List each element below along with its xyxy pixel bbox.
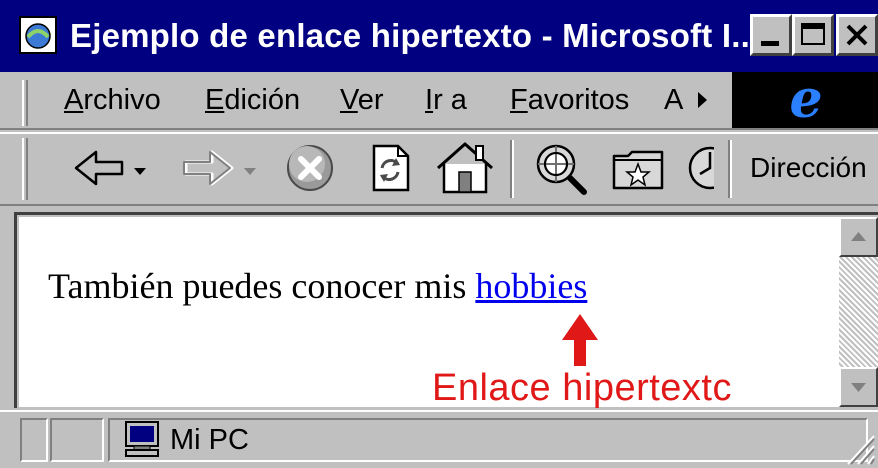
forward-dropdown-icon xyxy=(244,168,256,175)
annotation-arrow-icon xyxy=(562,314,598,366)
stop-icon[interactable] xyxy=(280,138,340,198)
back-dropdown-icon[interactable] xyxy=(134,168,146,175)
menu-ver[interactable]: Ver xyxy=(340,80,384,120)
toolbar-separator xyxy=(510,140,514,198)
resize-grip-icon[interactable] xyxy=(842,428,876,466)
maximize-icon xyxy=(801,23,825,45)
toolbar-grip[interactable] xyxy=(22,138,28,200)
computer-icon xyxy=(125,421,159,457)
close-icon xyxy=(846,24,868,46)
zone-label: Mi PC xyxy=(170,424,249,456)
search-icon[interactable] xyxy=(530,138,592,198)
menu-ayuda-truncated[interactable]: A xyxy=(664,80,683,120)
scroll-up-button[interactable] xyxy=(839,217,878,257)
forward-arrow-icon xyxy=(183,150,234,186)
scroll-down-button[interactable] xyxy=(839,367,878,407)
scroll-down-arrow-icon xyxy=(851,383,866,392)
minimize-button[interactable] xyxy=(750,14,792,56)
hobbies-link[interactable]: hobbies xyxy=(475,266,587,306)
menu-overflow-chevron-icon[interactable] xyxy=(698,92,707,108)
toolbar-separator xyxy=(728,140,732,198)
menu-bar-grip[interactable] xyxy=(22,80,28,126)
status-panel-progress xyxy=(20,418,48,462)
menu-archivo[interactable]: Archivo xyxy=(64,80,161,120)
refresh-icon[interactable] xyxy=(360,138,420,198)
status-panel-security xyxy=(50,418,104,462)
address-bar-label[interactable]: Dirección xyxy=(750,148,867,188)
menu-edicion[interactable]: Edición xyxy=(205,80,300,120)
favorites-folder-icon[interactable] xyxy=(608,138,670,198)
ie-page-icon[interactable] xyxy=(18,15,58,55)
annotation-label: Enlace hipertextc xyxy=(432,367,732,409)
paragraph-text: También puedes conocer mis xyxy=(48,266,476,306)
history-icon[interactable] xyxy=(686,138,714,198)
window-title: Ejemplo de enlace hipertexto - Microsoft… xyxy=(70,17,760,54)
back-arrow-icon[interactable] xyxy=(70,138,130,198)
menu-ir-a[interactable]: Ir a xyxy=(425,80,467,120)
page-paragraph: También puedes conocer mis hobbies xyxy=(48,264,587,308)
close-button[interactable] xyxy=(836,14,878,56)
maximize-button[interactable] xyxy=(792,14,834,56)
scroll-up-arrow-icon xyxy=(851,232,866,241)
minimize-icon xyxy=(761,41,779,46)
home-icon[interactable] xyxy=(432,138,498,198)
menu-favoritos[interactable]: Favoritos xyxy=(510,80,629,120)
ie-logo-icon: e xyxy=(789,69,823,130)
